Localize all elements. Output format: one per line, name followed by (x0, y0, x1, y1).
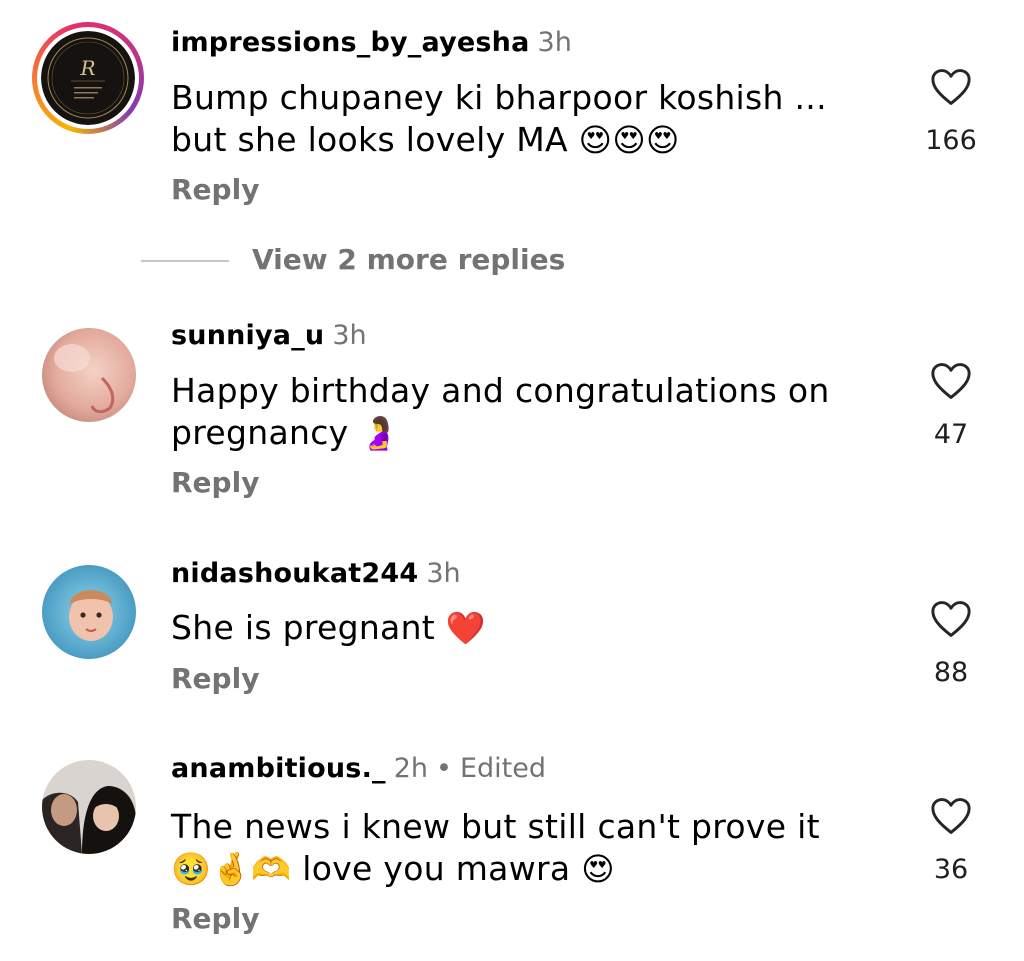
like-button[interactable]: 88 (920, 600, 982, 688)
username[interactable]: impressions_by_ayesha (171, 27, 530, 58)
pregnant-woman-emoji-icon: 🤰 (359, 414, 400, 452)
comment-header: anambitious._ 2h • Edited (171, 753, 546, 785)
comment-text: Happy birthday and congratulations on pr… (171, 370, 891, 454)
comment-text: She is pregnant ❤️ (171, 607, 891, 649)
avatar[interactable] (42, 328, 136, 422)
like-button[interactable]: 36 (920, 797, 982, 885)
avatar[interactable]: R (41, 31, 135, 125)
comment-text-segment: She is pregnant (171, 608, 436, 647)
comment-header: impressions_by_ayesha 3h (171, 27, 572, 59)
like-button[interactable]: 166 (920, 68, 982, 156)
comment-text-line: She is pregnant ❤️ (171, 607, 891, 649)
heart-eyes-emoji-icon: 😍 (581, 850, 615, 888)
comment-text-line: The news i knew but still can't prove it (171, 807, 820, 846)
timestamp: 3h (537, 27, 572, 58)
comment-item: anambitious._ 2h • Edited The news i knew b… (0, 735, 1024, 961)
like-count: 36 (933, 854, 969, 885)
like-button[interactable]: 47 (920, 362, 982, 450)
comment-text-line: but she looks lovely MA 😍😍😍 (171, 119, 891, 161)
edited-label: Edited (459, 753, 547, 784)
timestamp: 3h (426, 558, 461, 589)
view-more-replies-label[interactable]: View 2 more replies (252, 243, 565, 276)
reply-button[interactable]: Reply (171, 173, 259, 206)
timestamp: 3h (332, 320, 367, 351)
reply-button[interactable]: Reply (171, 466, 259, 499)
separator: • (436, 753, 452, 784)
divider (141, 260, 229, 262)
avatar[interactable] (42, 565, 136, 659)
comment-text-segment: love you mawra (302, 849, 571, 888)
story-ring[interactable]: R (32, 22, 144, 134)
svg-text:R: R (79, 56, 95, 80)
heart-outline-icon[interactable] (930, 362, 972, 400)
like-count: 47 (933, 419, 969, 450)
comment-text-line: pregnancy 🤰 (171, 412, 891, 454)
reply-button[interactable]: Reply (171, 662, 259, 695)
comment-text-segment: pregnancy (171, 413, 349, 452)
avatar[interactable] (42, 760, 136, 854)
comment-header: nidashoukat244 3h (171, 558, 461, 590)
reply-button[interactable]: Reply (171, 902, 259, 935)
heart-outline-icon[interactable] (930, 600, 972, 638)
comment-text-segment: but she looks lovely MA (171, 120, 568, 159)
username[interactable]: anambitious._ (171, 753, 386, 784)
red-heart-emoji-icon: ❤️ (445, 609, 486, 647)
username[interactable]: sunniya_u (171, 320, 324, 351)
comment-item: sunniya_u 3h Happy birthday and congratul… (0, 300, 1024, 520)
heart-outline-icon[interactable] (930, 797, 972, 835)
comment-item: R impressions_by_ayesha 3h Bump chupaney … (0, 0, 1024, 230)
comment-header: sunniya_u 3h (171, 320, 367, 352)
heart-eyes-emoji-icon: 😍😍😍 (578, 121, 680, 159)
username[interactable]: nidashoukat244 (171, 558, 418, 589)
heart-outline-icon[interactable] (930, 68, 972, 106)
like-count: 166 (925, 125, 977, 156)
timestamp: 2h (393, 753, 429, 784)
emoji-group-icon: 🥹🤞🫶 (171, 850, 292, 888)
comment-text: Bump chupaney ki bharpoor koshish ... bu… (171, 77, 891, 161)
like-count: 88 (933, 657, 969, 688)
comment-text-line: Happy birthday and congratulations on (171, 371, 830, 410)
comment-text: The news i knew but still can't prove it… (171, 806, 891, 890)
comment-text-line: Bump chupaney ki bharpoor koshish ... (171, 78, 827, 117)
comment-item: nidashoukat244 3h She is pregnant ❤️ Repl… (0, 540, 1024, 730)
comment-text-line: 🥹🤞🫶 love you mawra 😍 (171, 848, 891, 890)
